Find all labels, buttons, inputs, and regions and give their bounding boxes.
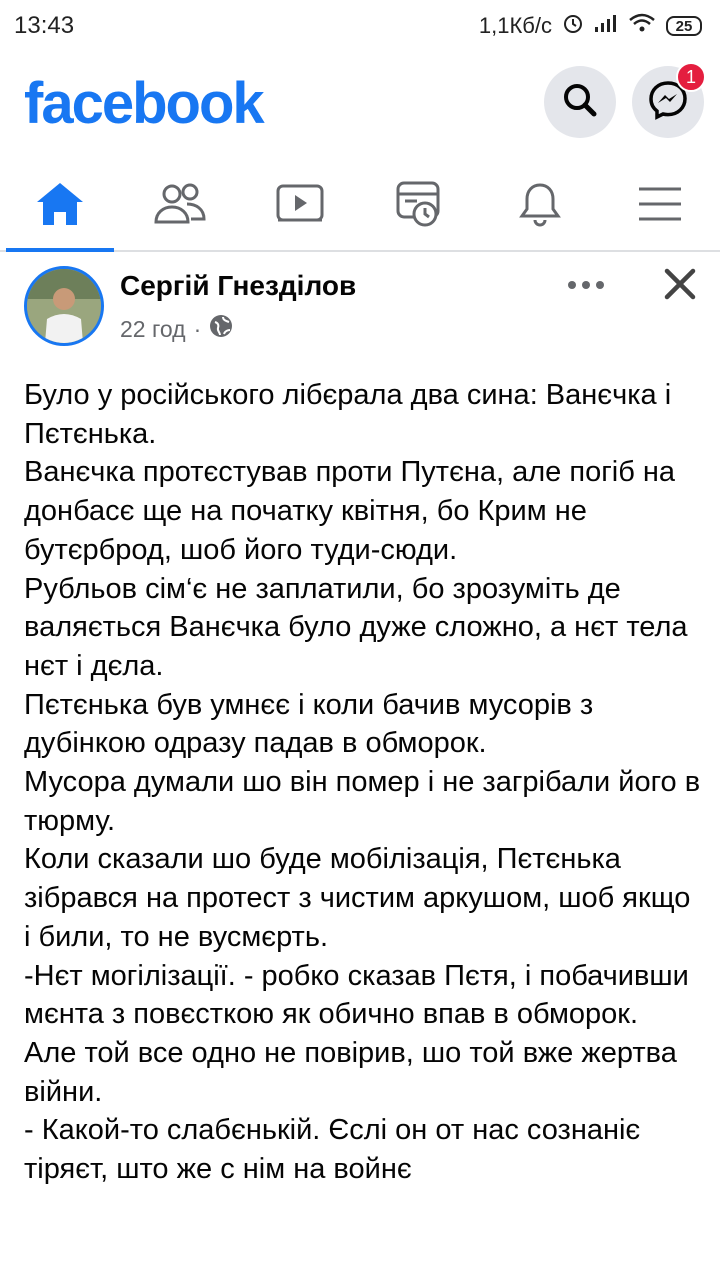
post-paragraph: Рубльов сім‘є не заплатили, бо зрозуміть… — [24, 572, 688, 682]
alarm-icon — [562, 12, 584, 40]
post-paragraph: Але той все одно не повірив, шо той вже … — [24, 1036, 677, 1108]
post-paragraph: Пєтєнька був умнєє і коли бачив мусорів … — [24, 688, 594, 760]
post-paragraph: Мусора думали шо він помер і не загрібал… — [24, 766, 701, 837]
post-text: Було у російського лібєрала два сина: Ва… — [24, 376, 704, 1189]
post-paragraph: -Нєт могілізації. - робко сказав Пєтя, і… — [24, 959, 689, 1031]
status-right: 1,1Кб/с 25 — [479, 12, 702, 40]
post-time[interactable]: 22 год — [120, 316, 186, 343]
news-icon — [395, 180, 445, 233]
hide-post-button[interactable] — [662, 266, 698, 302]
avatar[interactable] — [24, 266, 104, 346]
tab-menu[interactable] — [600, 162, 720, 250]
status-time: 13:43 — [14, 12, 75, 39]
battery-icon: 25 — [666, 16, 702, 36]
signal-icon — [594, 13, 618, 39]
post-paragraph: Коли сказали шо буде мобілізація, Пєтєнь… — [24, 843, 691, 953]
tab-news[interactable] — [360, 162, 480, 250]
meta-separator: · — [193, 315, 202, 342]
watch-icon — [275, 182, 325, 231]
app-header: facebook 1 — [0, 60, 720, 150]
friends-icon — [153, 182, 207, 231]
post-meta: 22 год · — [120, 314, 233, 344]
menu-icon — [636, 184, 684, 229]
wifi-icon — [628, 13, 656, 39]
messenger-badge: 1 — [676, 62, 706, 92]
post-options-button[interactable] — [566, 270, 606, 300]
tab-home[interactable] — [0, 162, 120, 252]
more-icon — [566, 281, 606, 304]
tab-bar — [0, 162, 720, 252]
tab-notifications[interactable] — [480, 162, 600, 250]
post-paragraph: Ванєчка протєстував проти Путєна, але по… — [24, 456, 676, 566]
bell-icon — [518, 180, 562, 233]
close-icon — [662, 268, 698, 306]
tab-watch[interactable] — [240, 162, 360, 250]
messenger-button[interactable]: 1 — [632, 62, 706, 138]
network-speed: 1,1Кб/с — [478, 13, 552, 38]
post-paragraph: Було у російського лібєрала два сина: Ва… — [24, 379, 672, 450]
tab-friends[interactable] — [120, 162, 240, 250]
facebook-logo[interactable]: facebook — [24, 70, 265, 137]
home-icon — [34, 180, 86, 233]
post-paragraph: - Какой-то слабєнькій. Єслі он от нас со… — [24, 1114, 641, 1186]
search-icon — [560, 80, 600, 125]
status-bar: 13:43 1,1Кб/с 25 — [0, 0, 720, 52]
post-header: Сергій Гнезділов 22 год · — [0, 262, 720, 352]
globe-icon — [209, 314, 233, 344]
search-button[interactable] — [544, 66, 616, 138]
post-author[interactable]: Сергій Гнезділов — [120, 270, 356, 302]
